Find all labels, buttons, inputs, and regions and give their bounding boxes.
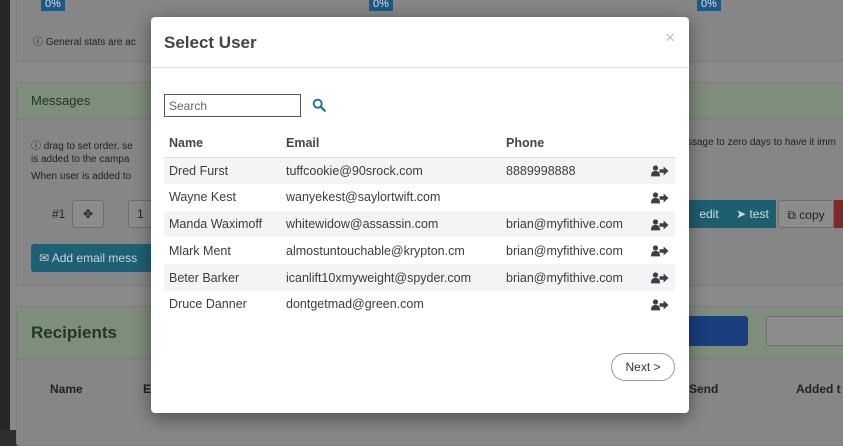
- user-action-cell: [641, 237, 675, 264]
- close-icon[interactable]: ×: [665, 28, 675, 48]
- modal-header: Select User ×: [151, 17, 689, 68]
- user-arrow-icon[interactable]: [651, 192, 669, 204]
- user-name: Druce Danner: [169, 297, 247, 312]
- user-action-cell: [641, 210, 675, 238]
- delete-message-button[interactable]: [834, 200, 843, 228]
- test-message-button[interactable]: ➤ test: [729, 200, 776, 228]
- user-name: Manda Waximoff: [164, 210, 281, 238]
- stat-percentage: 0%: [369, 0, 393, 11]
- modal-title: Select User: [164, 33, 257, 52]
- next-page-button[interactable]: Next >: [611, 353, 675, 381]
- column-header-email: Email: [281, 130, 501, 158]
- user-phone: brian@myfithive.com: [501, 264, 641, 291]
- users-table: Name Email Phone Dred Furst tuffcookie@90…: [164, 130, 675, 318]
- copy-message-button[interactable]: ⧉ copy: [778, 200, 834, 228]
- recipients-search-input[interactable]: [766, 316, 843, 346]
- user-email: whitewidow@assassin.com: [281, 210, 501, 238]
- user-arrow-icon[interactable]: [651, 272, 669, 284]
- user-arrow-icon[interactable]: [651, 165, 669, 177]
- user-phone: 8889998888: [501, 157, 641, 184]
- app-sidebar-edge: [0, 0, 10, 430]
- user-email: icanlift10xmyweight@spyder.com: [281, 264, 501, 291]
- column-header-send: Send: [689, 382, 719, 396]
- user-action-cell: [641, 157, 675, 184]
- user-name: Mlark Ment: [169, 243, 231, 258]
- recipients-title: Recipients: [31, 323, 117, 342]
- column-header-phone: Phone: [501, 130, 641, 158]
- user-row[interactable]: Druce Danner dontgetmad@green.com: [164, 291, 675, 318]
- select-user-modal: Select User × Name Email Phone Dred Furs…: [151, 17, 689, 413]
- user-action-cell: [641, 264, 675, 291]
- user-arrow-icon[interactable]: [651, 245, 669, 257]
- add-email-message-button[interactable]: ✉ Add email mess: [31, 244, 161, 272]
- user-email: almostuntouchable@krypton.cm: [286, 243, 465, 258]
- user-name: Wayne Kest: [169, 190, 236, 205]
- messages-note-line: When user is added to: [31, 171, 132, 182]
- messages-note-right: ssage to zero days to have it imm: [687, 137, 836, 148]
- column-header-action: [641, 130, 675, 158]
- user-row[interactable]: Manda Waximoff whitewidow@assassin.com bri…: [164, 210, 675, 238]
- user-action-cell: [641, 184, 675, 211]
- user-phone: [501, 184, 641, 211]
- stat-percentage: 0%: [697, 0, 721, 11]
- user-email: dontgetmad@green.com: [286, 297, 424, 312]
- user-name: Dred Furst: [164, 157, 281, 184]
- column-header-added: Added t: [796, 382, 841, 396]
- user-row[interactable]: Dred Furst tuffcookie@90srock.com 88899988…: [164, 157, 675, 184]
- user-email: wanyekest@saylortwift.com: [286, 190, 441, 205]
- messages-note-line: is added to the campa: [31, 154, 130, 165]
- column-header-name: Name: [50, 382, 83, 396]
- messages-note: ⓘ drag to set order. se: [31, 141, 133, 152]
- user-row[interactable]: Wayne Kest wanyekest@saylortwift.com: [164, 184, 675, 211]
- user-row[interactable]: Mlark Ment almostuntouchable@krypton.cm br…: [164, 237, 675, 264]
- user-phone: brian@myfithive.com: [501, 210, 641, 238]
- user-name: Beter Barker: [164, 264, 281, 291]
- user-arrow-icon[interactable]: [651, 219, 669, 231]
- drag-handle[interactable]: ✥: [72, 200, 104, 228]
- stat-percentage: 0%: [41, 0, 65, 11]
- stats-note: ⓘ General stats are ac: [33, 37, 136, 48]
- user-email: tuffcookie@90srock.com: [281, 157, 501, 184]
- edit-message-button[interactable]: edit: [689, 200, 729, 228]
- search-input[interactable]: [164, 94, 301, 117]
- column-header-email: E: [143, 382, 152, 396]
- search-icon[interactable]: [312, 98, 326, 112]
- user-phone: brian@myfithive.com: [506, 243, 623, 258]
- user-phone: [501, 291, 641, 318]
- messages-title: Messages: [31, 93, 91, 108]
- user-arrow-icon[interactable]: [651, 299, 669, 311]
- user-action-cell: [641, 291, 675, 318]
- message-row-number: #1: [52, 207, 66, 221]
- user-row[interactable]: Beter Barker icanlift10xmyweight@spyder.c…: [164, 264, 675, 291]
- table-header-row: Name Email Phone: [164, 130, 675, 158]
- column-header-name: Name: [164, 130, 281, 158]
